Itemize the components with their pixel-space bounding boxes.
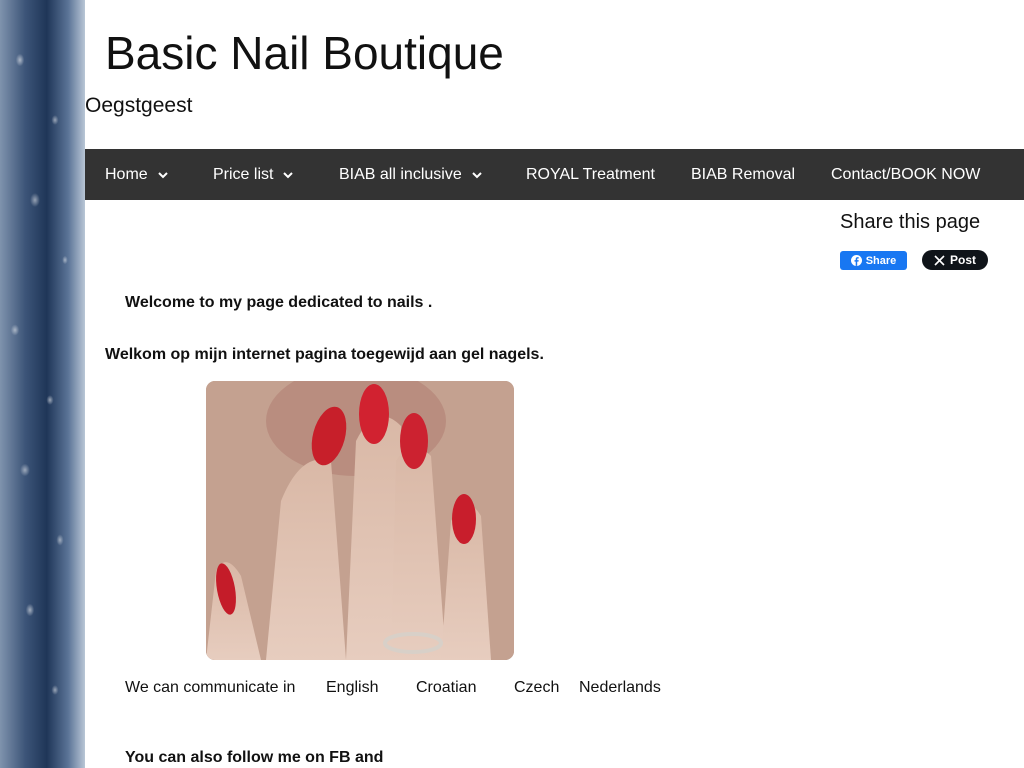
welcome-heading-en: Welcome to my page dedicated to nails . — [125, 294, 433, 311]
nav-item-price-list[interactable]: Price list — [213, 149, 295, 200]
nav-item-royal-treatment[interactable]: ROYAL Treatment — [526, 149, 655, 200]
nav-item-biab-removal[interactable]: BIAB Removal — [691, 149, 795, 200]
welcome-heading-nl: Welkom op mijn internet pagina toegewijd… — [105, 346, 544, 363]
chevron-down-icon — [472, 171, 482, 178]
nav-item-label: Price list — [213, 165, 274, 183]
language-croatian: Croatian — [416, 679, 477, 696]
x-post-button[interactable]: Post — [922, 250, 988, 270]
nav-item-label: BIAB all inclusive — [339, 165, 462, 183]
share-title: Share this page — [840, 211, 981, 233]
chevron-down-icon — [157, 171, 168, 178]
follow-text: You can also follow me on FB and — [125, 749, 384, 766]
facebook-icon — [850, 255, 862, 266]
x-post-label: Post — [949, 253, 976, 267]
site-title[interactable]: Basic Nail Boutique — [105, 26, 504, 80]
facebook-share-button[interactable]: Share — [840, 251, 907, 270]
red-nails-hand-image — [206, 381, 514, 660]
nav-item-home[interactable]: Home — [105, 149, 170, 200]
language-czech: Czech — [514, 679, 560, 696]
nav-item-label: BIAB Removal — [691, 165, 796, 183]
facebook-share-label: Share — [865, 254, 897, 267]
x-logo-icon — [934, 254, 945, 266]
site-subtitle: Oegstgeest — [85, 94, 193, 117]
nav-item-label: Contact/BOOK NOW — [831, 165, 981, 183]
nav-item-label: ROYAL Treatment — [526, 165, 655, 183]
nav-item-label: Home — [105, 165, 148, 183]
communicate-label: We can communicate in — [125, 679, 296, 696]
nails-photo — [206, 381, 514, 660]
nav-item-biab-all-inclusive[interactable]: BIAB all inclusive — [339, 149, 484, 200]
language-nederlands: Nederlands — [579, 679, 661, 696]
language-english: English — [326, 679, 379, 696]
main-nav: Home Price list BIAB all inclusive ROYAL… — [85, 149, 1024, 200]
chevron-down-icon — [283, 171, 294, 178]
rain-window-background — [0, 0, 85, 768]
nav-item-contact-book-now[interactable]: Contact/BOOK NOW — [831, 149, 980, 200]
